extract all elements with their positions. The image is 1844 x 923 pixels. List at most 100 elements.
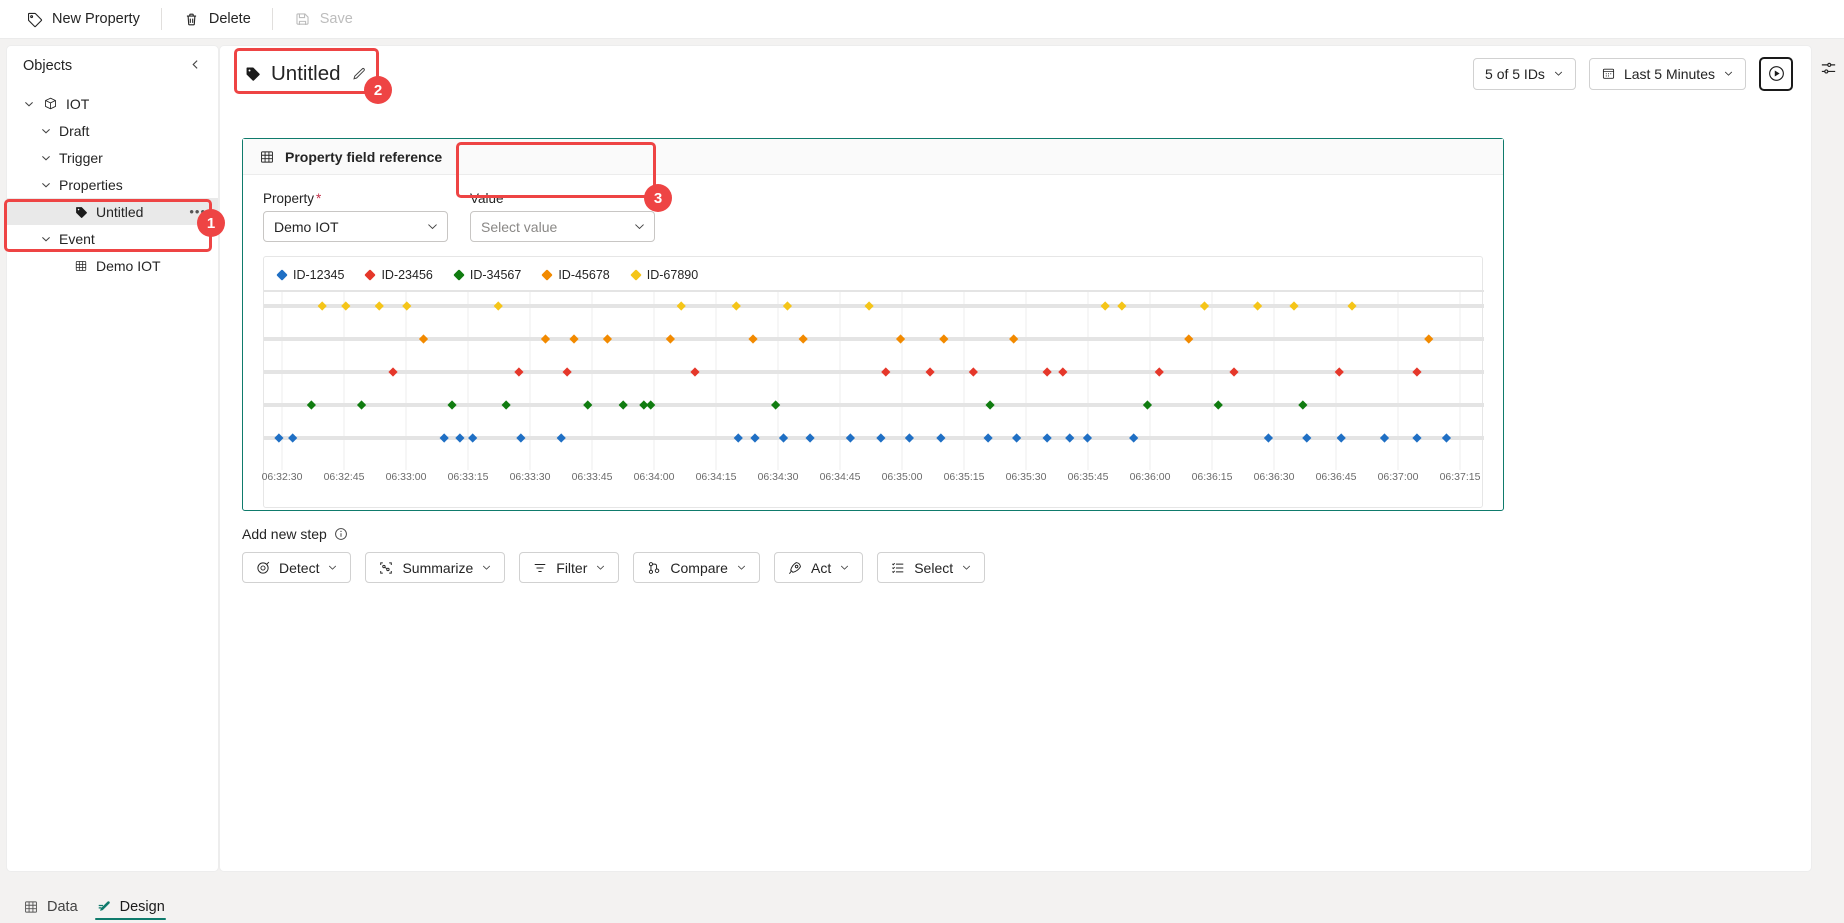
value-field: Value Select value [470,191,655,242]
chevron-down-icon[interactable] [38,177,54,193]
trash-icon [183,11,200,28]
step-button-label: Summarize [402,559,474,576]
page-header: Untitled 5 of 5 IDs Last 5 Minutes [220,46,1811,101]
chevron-down-icon[interactable] [38,150,54,166]
step-button-filter[interactable]: Filter [519,552,620,583]
chart-point [936,433,946,443]
info-icon[interactable] [334,527,348,541]
tree-item-label: IOT [66,95,90,112]
chevron-down-icon[interactable] [21,96,37,112]
chart-point [374,301,384,311]
tree-item-iot[interactable]: IOT [7,90,218,117]
chart-point [676,301,686,311]
chart-point [1117,301,1127,311]
run-button[interactable] [1759,56,1793,91]
compare-icon [646,560,662,576]
chart-point [602,334,613,344]
new-property-button[interactable]: New Property [14,3,152,35]
chart-point [733,433,743,443]
tree-item-untitled[interactable]: Untitled ••• [7,198,218,225]
delete-button[interactable]: Delete [171,3,263,35]
chevron-down-icon[interactable] [38,231,54,247]
summarize-icon [378,560,394,576]
tree-item-event[interactable]: Event [7,225,218,252]
x-axis-tick-label: 06:33:15 [447,471,489,483]
chart-point [1302,433,1312,443]
rocket-icon [787,560,803,576]
x-axis-tick-label: 06:35:00 [881,471,923,483]
legend-marker-icon [364,269,377,281]
chart-point [317,301,327,311]
pencil-icon[interactable] [351,66,367,82]
step-button-detect[interactable]: Detect [242,552,352,583]
fields-row: Property * Demo IOT Value Select value [263,191,1483,242]
step-button-compare[interactable]: Compare [633,552,760,583]
chart-point [1441,433,1452,443]
sliders-icon[interactable] [1815,55,1841,81]
chevron-down-icon [481,562,492,573]
chart-point [985,400,995,410]
object-tree: IOT Draft Trigger Properties Untitled ••• Even… [7,86,218,279]
chart-point [1289,301,1299,311]
add-new-step-section: Add new step Detect Summarize Filter Compar… [242,526,986,583]
chart-point [1065,433,1075,443]
main-canvas: Untitled 5 of 5 IDs Last 5 Minutes Prope… [219,45,1812,872]
tree-item-label: Trigger [59,149,103,166]
value-field-label: Value [470,191,504,206]
chart-point [447,400,457,410]
legend-item[interactable]: ID-23456 [364,268,433,282]
table-icon [259,149,275,165]
step-button-act[interactable]: Act [773,552,864,583]
cube-icon [42,96,59,111]
chevron-down-icon[interactable] [38,123,54,139]
chart-point [306,400,316,410]
tab-design[interactable]: Design [87,890,174,923]
chart-point [1336,433,1346,443]
tab-data[interactable]: Data [14,890,87,923]
chart-point [1129,433,1139,443]
play-circle-icon [1767,64,1786,83]
ids-filter-label: 5 of 5 IDs [1485,65,1545,82]
property-field-reference-card: Property field reference Property * Demo … [242,138,1504,511]
chevron-down-icon [1723,68,1734,79]
required-asterisk: * [316,191,322,206]
property-select[interactable]: Demo IOT [263,211,448,242]
x-axis-tick-label: 06:36:30 [1253,471,1295,483]
chart-point [1042,367,1052,377]
tree-item-label: Untitled [96,203,144,220]
step-button-label: Select [914,559,954,576]
more-options-icon[interactable]: ••• [189,205,206,218]
ids-filter-dropdown[interactable]: 5 of 5 IDs [1473,57,1576,90]
x-axis-tick-label: 06:32:45 [323,471,365,483]
property-field: Property * Demo IOT [263,191,448,242]
chevron-left-icon[interactable] [186,55,205,77]
step-button-select[interactable]: Select [877,552,986,583]
legend-item[interactable]: ID-45678 [541,268,610,282]
x-axis-tick-label: 06:35:45 [1067,471,1109,483]
sidebar-header: Objects [7,46,218,86]
chart-point [798,334,808,344]
time-range-dropdown[interactable]: Last 5 Minutes [1588,57,1746,90]
tree-item-demo-iot[interactable]: Demo IOT [7,252,218,279]
step-button-label: Detect [279,559,320,576]
x-axis-tick-label: 06:34:45 [819,471,861,483]
chevron-down-icon [426,220,439,233]
step-button-summarize[interactable]: Summarize [365,552,506,583]
save-button[interactable]: Save [282,3,365,35]
tree-item-trigger[interactable]: Trigger [7,144,218,171]
legend-item[interactable]: ID-67890 [630,268,698,282]
legend-item[interactable]: ID-34567 [453,268,521,282]
chart-point [690,367,700,377]
chart-svg [264,288,1484,470]
select-list-icon [890,560,906,576]
chart-plot-area [264,288,1484,470]
chart-point [1412,367,1422,377]
tree-item-properties[interactable]: Properties [7,171,218,198]
page-title[interactable]: Untitled [230,54,381,94]
chart-point [983,433,993,443]
tree-item-draft[interactable]: Draft [7,117,218,144]
chart-point [1100,301,1110,311]
value-select[interactable]: Select value [470,211,655,242]
legend-item[interactable]: ID-12345 [276,268,344,282]
chart-point [1154,367,1164,377]
